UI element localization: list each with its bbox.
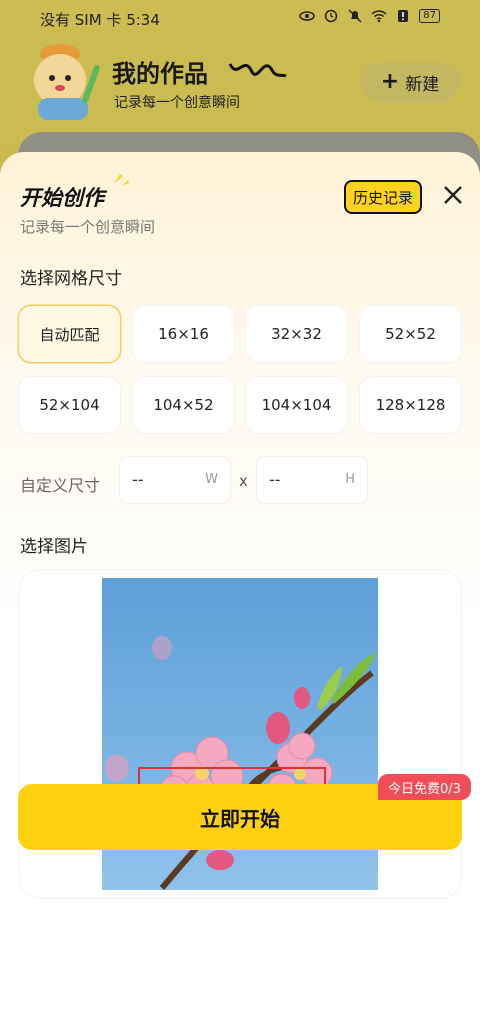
grid-option-auto[interactable]: 自动匹配 — [19, 306, 120, 362]
grid-option-52x52[interactable]: 52×52 — [360, 306, 461, 362]
custom-size-label: 自定义尺寸 — [20, 476, 101, 495]
status-carrier-time: 没有 SIM 卡 5:34 — [40, 11, 160, 29]
mascot-avatar — [34, 44, 100, 120]
grid-option-104x104[interactable]: 104×104 — [246, 377, 347, 433]
close-icon[interactable] — [440, 182, 466, 208]
decorative-squiggle — [228, 63, 287, 78]
grid-option-32x32[interactable]: 32×32 — [246, 306, 347, 362]
status-icons: 87 — [299, 9, 440, 23]
sheet-title: 开始创作 — [20, 186, 104, 210]
alarm-icon — [325, 9, 338, 23]
free-quota-badge: 今日免费0/3 — [378, 774, 471, 800]
page-subtitle: 记录每一个创意瞬间 — [114, 95, 240, 111]
battery-indicator: 87 — [419, 9, 440, 23]
alert-icon — [398, 10, 409, 22]
eye-icon — [299, 11, 316, 21]
page-title: 我的作品 — [112, 59, 208, 88]
new-button[interactable]: + 新建 — [360, 62, 460, 102]
grid-option-16x16[interactable]: 16×16 — [133, 306, 234, 362]
new-button-label: 新建 — [405, 74, 440, 95]
width-input[interactable]: -- W — [120, 457, 230, 503]
height-unit: H — [345, 472, 355, 487]
size-separator: x — [239, 472, 248, 490]
status-bar: 没有 SIM 卡 5:34 87 — [0, 0, 480, 36]
height-value: -- — [269, 470, 281, 489]
height-input[interactable]: -- H — [257, 457, 367, 503]
width-value: -- — [132, 470, 144, 489]
wifi-icon — [371, 10, 387, 23]
sparkle-icon — [114, 174, 129, 186]
width-unit: W — [205, 472, 218, 487]
history-button[interactable]: 历史记录 — [344, 180, 422, 214]
sheet-subtitle: 记录每一个创意瞬间 — [20, 218, 156, 236]
grid-option-104x52[interactable]: 104×52 — [133, 377, 234, 433]
plus-icon: + — [380, 69, 400, 94]
mute-bell-icon — [348, 9, 362, 23]
select-image-label: 选择图片 — [20, 537, 88, 557]
grid-size-label: 选择网格尺寸 — [20, 269, 122, 289]
grid-option-52x104[interactable]: 52×104 — [19, 377, 120, 433]
grid-option-128x128[interactable]: 128×128 — [360, 377, 461, 433]
create-sheet: 开始创作 记录每一个创意瞬间 历史记录 选择网格尺寸 自动匹配 16×16 32… — [0, 152, 480, 1027]
